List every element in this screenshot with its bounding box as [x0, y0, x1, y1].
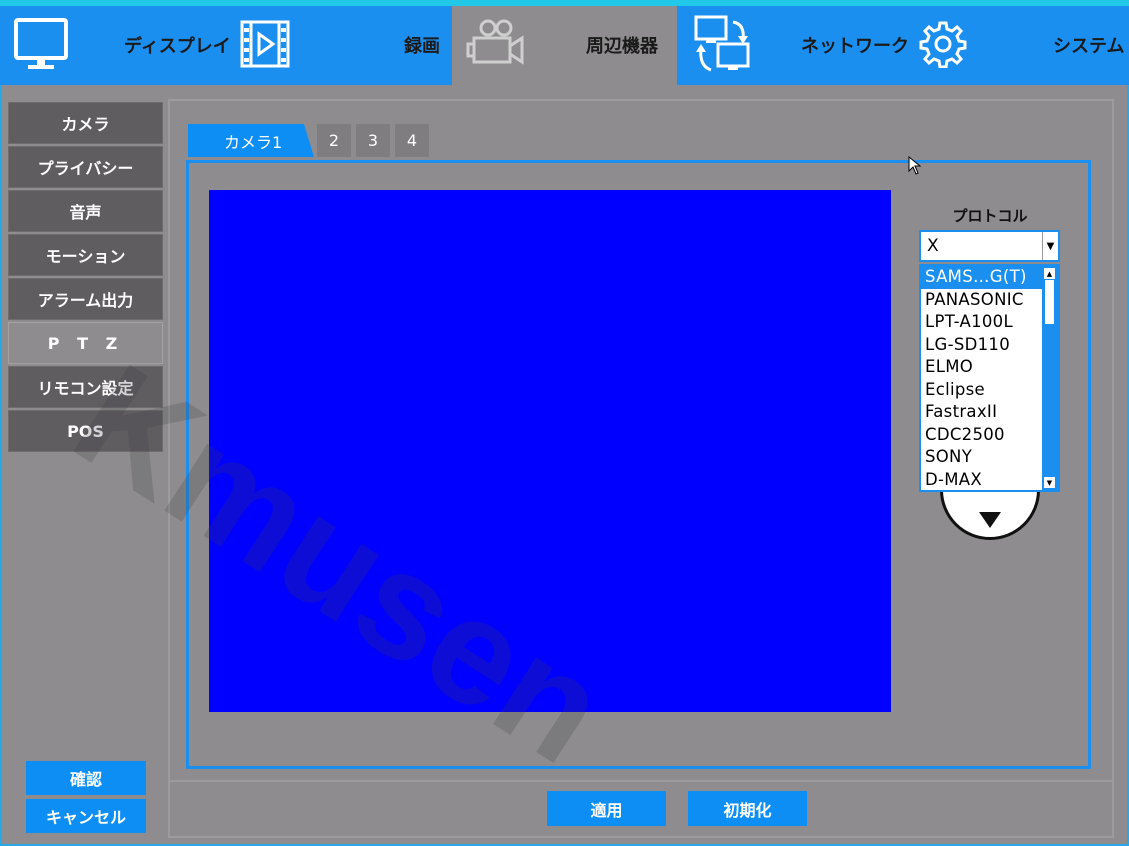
nav-item-network[interactable]: ネットワーク — [677, 6, 913, 85]
top-navigation: ディスプレイ 録画 周辺機器 ネットワーク システム — [0, 0, 1129, 85]
nav-item-record[interactable]: 録画 — [240, 6, 452, 85]
scroll-up-icon[interactable]: ▲ — [1044, 268, 1055, 279]
chevron-down-icon[interactable]: ▼ — [1042, 232, 1058, 260]
ptz-down-arrow-icon[interactable] — [979, 512, 1001, 528]
reset-button[interactable]: 初期化 — [688, 791, 807, 826]
protocol-select[interactable]: X ▼ — [919, 230, 1060, 262]
film-play-icon — [240, 20, 290, 68]
nav-label-network: ネットワーク — [801, 36, 909, 57]
protocol-dropdown-list: SAMS…G(T) PANASONIC LPT-A100L LG-SD110 E… — [919, 264, 1060, 492]
protocol-selected-value: X — [927, 236, 939, 256]
mouse-pointer-icon — [908, 156, 922, 175]
sidebar-item-camera[interactable]: カメラ — [8, 102, 163, 144]
panel-divider — [168, 780, 1114, 782]
protocol-option[interactable]: PANASONIC — [921, 289, 1058, 312]
sidebar-item-label: プライバシー — [37, 159, 134, 178]
protocol-option[interactable]: CDC2500 — [921, 424, 1058, 447]
sidebar-item-ptz[interactable]: P T Z — [8, 322, 163, 364]
sidebar-item-remote-settings[interactable]: リモコン設定 — [8, 366, 163, 408]
sidebar-item-alarm-output[interactable]: アラーム出力 — [8, 278, 163, 320]
confirm-button[interactable]: 確認 — [26, 761, 146, 795]
scroll-down-icon[interactable]: ▼ — [1044, 477, 1055, 488]
nav-label-display: ディスプレイ — [124, 36, 231, 57]
sidebar-item-label: P T Z — [47, 333, 124, 353]
tab-camera-1[interactable]: カメラ1 — [188, 124, 314, 157]
protocol-option[interactable]: LPT-A100L — [921, 311, 1058, 334]
dropdown-scrollbar[interactable]: ▲ ▼ — [1042, 266, 1058, 490]
nav-item-peripheral[interactable]: 周辺機器 — [452, 6, 677, 85]
sidebar-item-label: カメラ — [61, 115, 110, 134]
protocol-option[interactable]: SONY — [921, 446, 1058, 469]
sidebar-item-label: 音声 — [69, 203, 102, 222]
protocol-option[interactable]: ELMO — [921, 356, 1058, 379]
sidebar-item-audio[interactable]: 音声 — [8, 190, 163, 232]
network-monitors-icon — [694, 15, 750, 72]
sidebar-item-label: POS — [67, 421, 104, 441]
nav-label-system: システム — [1053, 36, 1125, 57]
scroll-thumb[interactable] — [1045, 280, 1054, 324]
video-preview — [209, 190, 891, 712]
sidebar-item-privacy[interactable]: プライバシー — [8, 146, 163, 188]
protocol-option[interactable]: SAMS…G(T) — [921, 266, 1058, 289]
protocol-option[interactable]: D-MAX — [921, 469, 1058, 491]
nav-label-record: 録画 — [404, 36, 440, 57]
gear-icon — [919, 21, 967, 68]
sidebar: カメラ プライバシー 音声 モーション アラーム出力 P T Z リモコン設定 … — [8, 102, 163, 454]
sidebar-item-motion[interactable]: モーション — [8, 234, 163, 276]
cancel-button[interactable]: キャンセル — [26, 799, 146, 833]
tab-camera-4[interactable]: 4 — [395, 124, 429, 157]
protocol-option[interactable]: LG-SD110 — [921, 334, 1058, 357]
protocol-option[interactable]: Eclipse — [921, 379, 1058, 402]
sidebar-item-pos[interactable]: POS — [8, 410, 163, 452]
protocol-option[interactable]: FastraxII — [921, 401, 1058, 424]
protocol-label: プロトコル — [952, 207, 1028, 225]
nav-item-display[interactable]: ディスプレイ — [0, 6, 240, 85]
sidebar-item-label: リモコン設定 — [37, 379, 134, 398]
tab-camera-3[interactable]: 3 — [356, 124, 390, 157]
camera-icon — [466, 19, 524, 65]
sidebar-item-label: アラーム出力 — [37, 291, 134, 310]
sidebar-item-label: モーション — [45, 247, 126, 266]
nav-label-peripheral: 周辺機器 — [586, 36, 658, 57]
nav-item-system[interactable]: システム — [913, 6, 1129, 85]
tab-camera-2[interactable]: 2 — [317, 124, 351, 157]
apply-button[interactable]: 適用 — [547, 791, 666, 826]
monitor-icon — [14, 18, 68, 69]
